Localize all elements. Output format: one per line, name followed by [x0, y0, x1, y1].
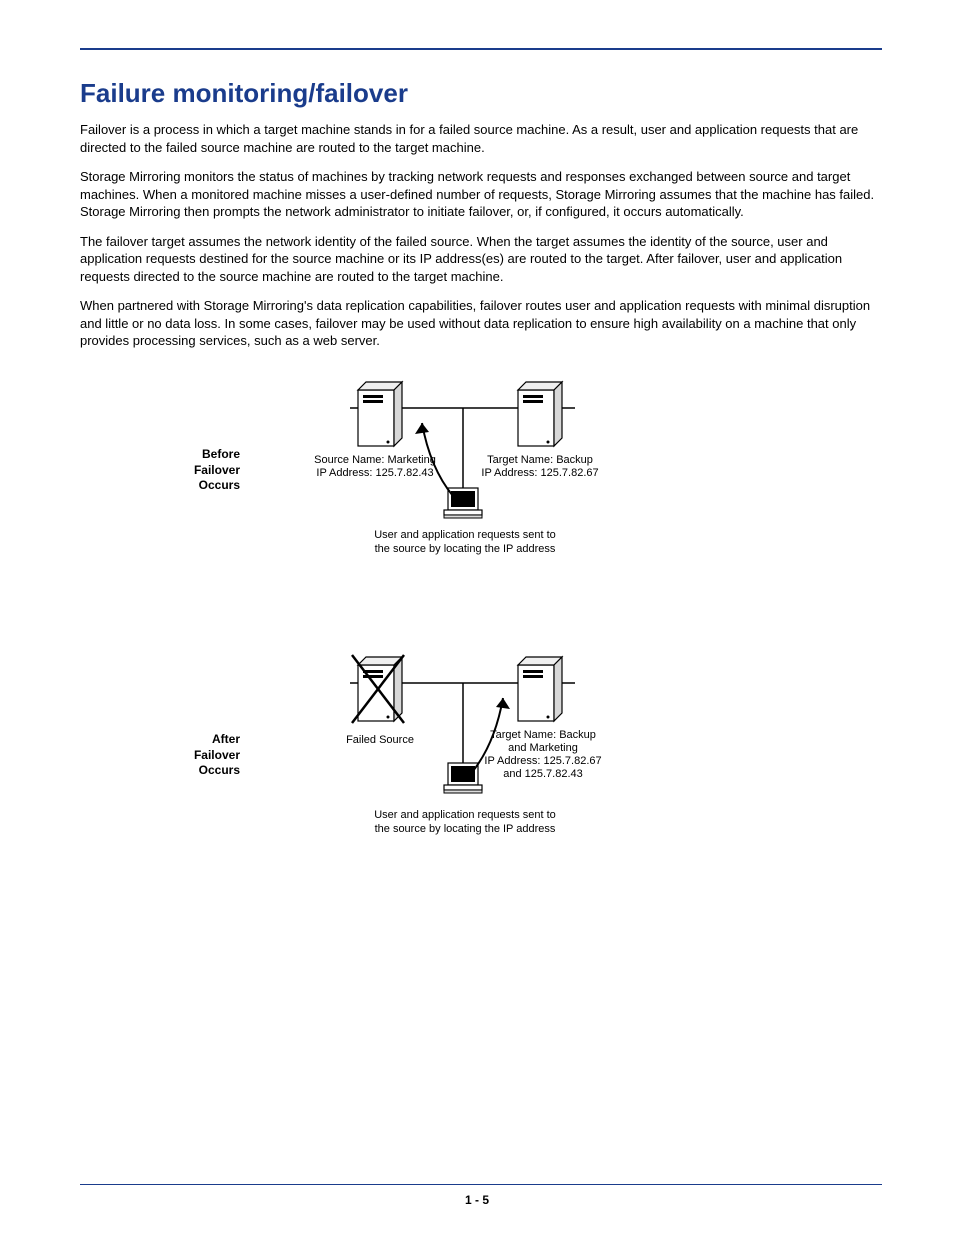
diagrams-container: Before Failover Occurs — [80, 368, 882, 868]
source-name-label: Source Name: Marketing — [314, 454, 436, 466]
after-failover-svg: Failed Source Target Name: Backup and Ma… — [280, 643, 650, 863]
tower-icon — [358, 382, 402, 446]
paragraph: Storage Mirroring monitors the status of… — [80, 168, 882, 221]
label-line: Occurs — [199, 478, 240, 492]
diagram-svg-wrap: Source Name: Marketing IP Address: 125.7… — [280, 368, 650, 573]
diagram-svg-wrap: Failed Source Target Name: Backup and Ma… — [280, 643, 650, 868]
label-line: Failover — [194, 463, 240, 477]
target-name-label: Target Name: Backup — [490, 729, 596, 741]
source-ip-label: IP Address: 125.7.82.43 — [316, 467, 433, 479]
diagram-after: After Failover Occurs — [80, 643, 882, 868]
section-heading: Failure monitoring/failover — [80, 78, 882, 109]
diagram-before: Before Failover Occurs — [80, 368, 882, 573]
diagram-side-label: After Failover Occurs — [80, 732, 280, 779]
document-page: Failure monitoring/failover Failover is … — [0, 0, 954, 1235]
page-number: 1 - 5 — [0, 1193, 954, 1207]
body-text: Failover is a process in which a target … — [80, 121, 882, 350]
caption-line: User and application requests sent to — [374, 809, 556, 821]
bottom-rule — [80, 1184, 882, 1185]
caption-line: the source by locating the IP address — [375, 823, 556, 835]
label-line: After — [212, 732, 240, 746]
top-rule — [80, 48, 882, 50]
label-line: Occurs — [199, 763, 240, 777]
target-ip-label: IP Address: 125.7.82.67 — [481, 467, 598, 479]
target-ip-label2: and 125.7.82.43 — [503, 768, 583, 780]
target-name-label: Target Name: Backup — [487, 454, 593, 466]
paragraph: When partnered with Storage Mirroring's … — [80, 297, 882, 350]
before-failover-svg: Source Name: Marketing IP Address: 125.7… — [280, 368, 650, 568]
tower-icon-failed — [352, 655, 404, 723]
tower-icon — [518, 382, 562, 446]
target-name-label2: and Marketing — [508, 742, 578, 754]
label-line: Failover — [194, 748, 240, 762]
target-ip-label: IP Address: 125.7.82.67 — [484, 755, 601, 767]
caption-line: the source by locating the IP address — [375, 543, 556, 555]
paragraph: Failover is a process in which a target … — [80, 121, 882, 156]
diagram-side-label: Before Failover Occurs — [80, 447, 280, 494]
failed-source-label: Failed Source — [346, 734, 414, 746]
tower-icon — [518, 657, 562, 721]
caption-line: User and application requests sent to — [374, 529, 556, 541]
label-line: Before — [202, 447, 240, 461]
paragraph: The failover target assumes the network … — [80, 233, 882, 286]
